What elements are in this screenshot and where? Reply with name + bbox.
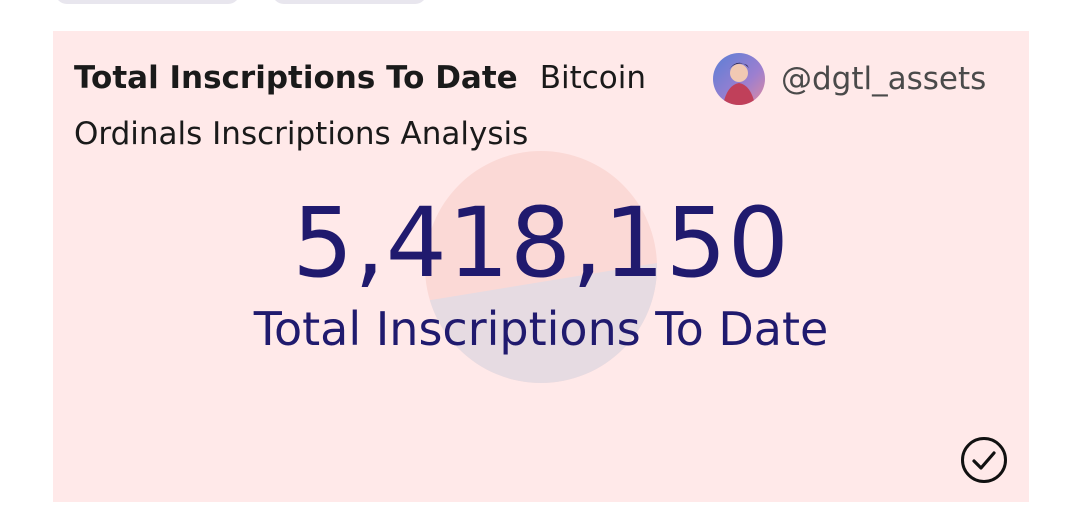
total-inscriptions-label: Total Inscriptions To Date bbox=[253, 302, 829, 356]
author-link[interactable]: @dgtl_assets bbox=[713, 51, 986, 107]
top-tab-pill-1[interactable] bbox=[55, 0, 240, 4]
top-tab-pill-2[interactable] bbox=[272, 0, 427, 4]
counter-card: Total Inscriptions To Date Bitcoin Ordina… bbox=[53, 31, 1029, 502]
card-subtitle-line-2: Ordinals Inscriptions Analysis bbox=[74, 116, 529, 152]
card-header: Total Inscriptions To Date Bitcoin bbox=[74, 60, 646, 96]
total-inscriptions-value: 5,418,150 bbox=[292, 187, 790, 299]
check-circle-icon[interactable] bbox=[960, 436, 1008, 484]
avatar bbox=[713, 53, 765, 105]
author-handle: @dgtl_assets bbox=[781, 61, 987, 97]
card-subtitle-line-1: Bitcoin bbox=[539, 60, 646, 96]
card-title: Total Inscriptions To Date bbox=[74, 60, 518, 96]
